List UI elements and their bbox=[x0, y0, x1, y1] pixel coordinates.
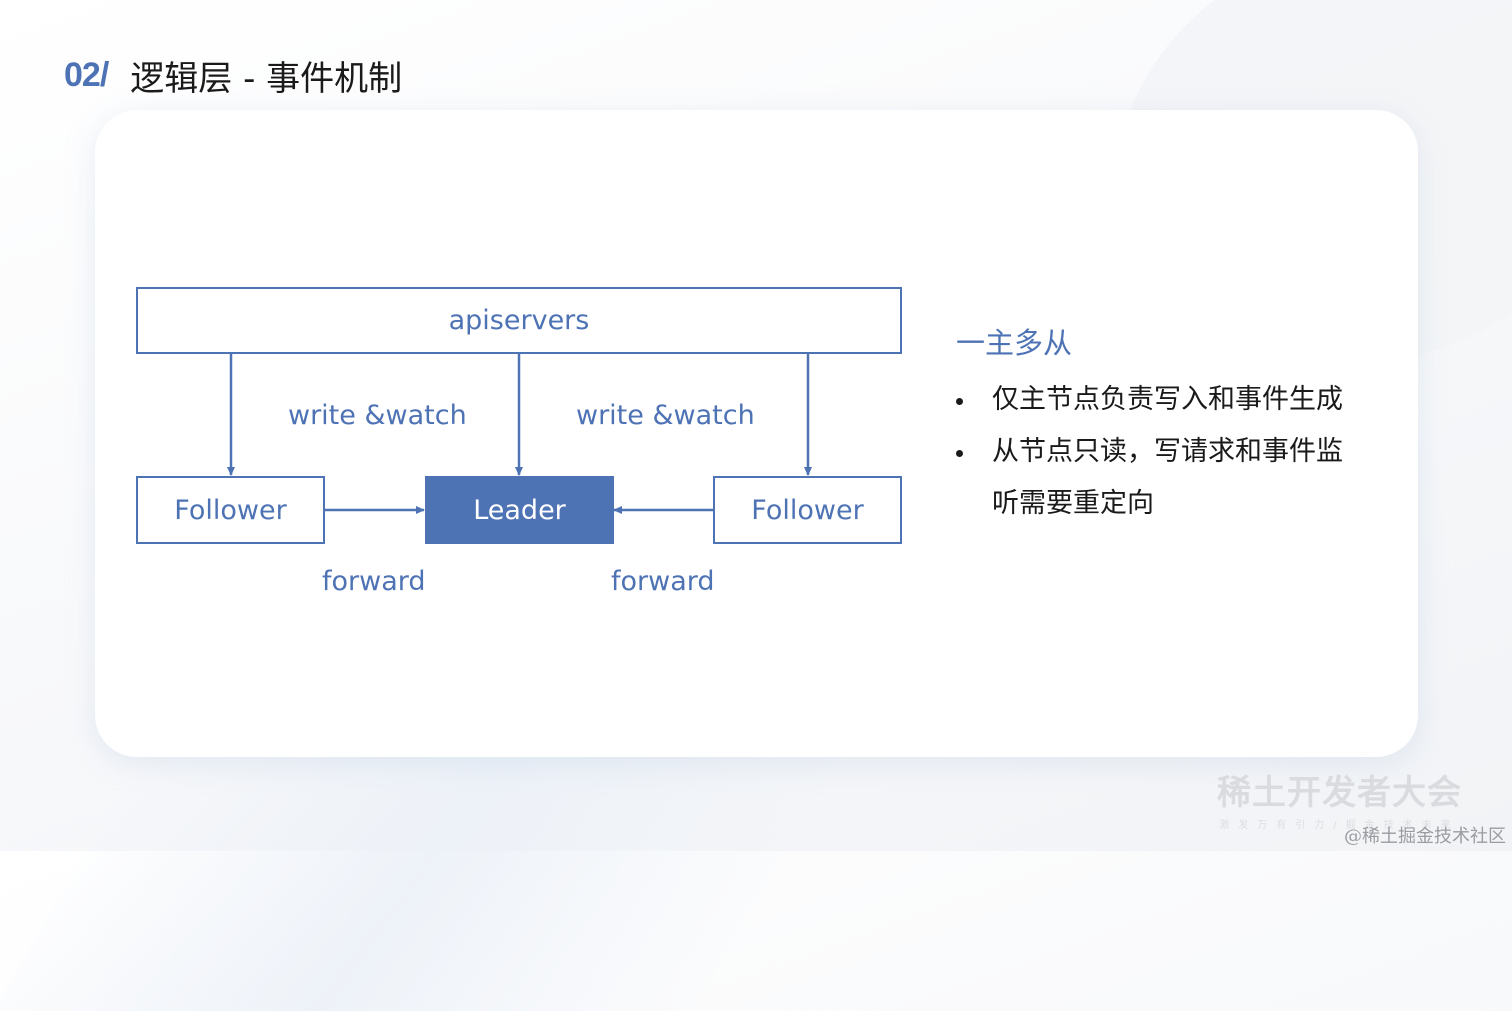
edge-label-write-watch-left: write &watch bbox=[288, 400, 467, 431]
bullet-text: 仅主节点负责写入和事件生成 bbox=[992, 384, 1343, 415]
bullet-item: 从节点只读，写请求和事件监听需要重定向 bbox=[956, 426, 1362, 530]
edge-label-write-watch-right: write &watch bbox=[576, 400, 755, 431]
follower-left-node: Follower bbox=[136, 476, 325, 544]
bullet-list: 仅主节点负责写入和事件生成 从节点只读，写请求和事件监听需要重定向 bbox=[956, 374, 1362, 530]
bullet-text: 从节点只读，写请求和事件监听需要重定向 bbox=[992, 436, 1343, 519]
edge-label-forward-left: forward bbox=[322, 566, 426, 597]
side-panel: 一主多从 仅主节点负责写入和事件生成 从节点只读，写请求和事件监听需要重定向 bbox=[956, 322, 1362, 530]
watermark-credit: @稀土掘金技术社区 bbox=[1344, 826, 1506, 847]
edge-label-forward-right: forward bbox=[611, 566, 715, 597]
leader-label: Leader bbox=[473, 494, 566, 526]
leader-node: Leader bbox=[425, 476, 614, 544]
watermark-brand: 稀土开发者大会 bbox=[1217, 773, 1462, 813]
bullet-dot-icon bbox=[956, 450, 963, 457]
follower-right-node: Follower bbox=[713, 476, 902, 544]
follower-right-label: Follower bbox=[751, 494, 864, 526]
apiservers-label: apiservers bbox=[448, 305, 590, 336]
bullet-dot-icon bbox=[956, 398, 963, 405]
bullet-item: 仅主节点负责写入和事件生成 bbox=[956, 374, 1362, 426]
side-heading: 一主多从 bbox=[956, 326, 1073, 360]
follower-left-label: Follower bbox=[174, 494, 287, 526]
apiservers-node: apiservers bbox=[136, 287, 902, 354]
